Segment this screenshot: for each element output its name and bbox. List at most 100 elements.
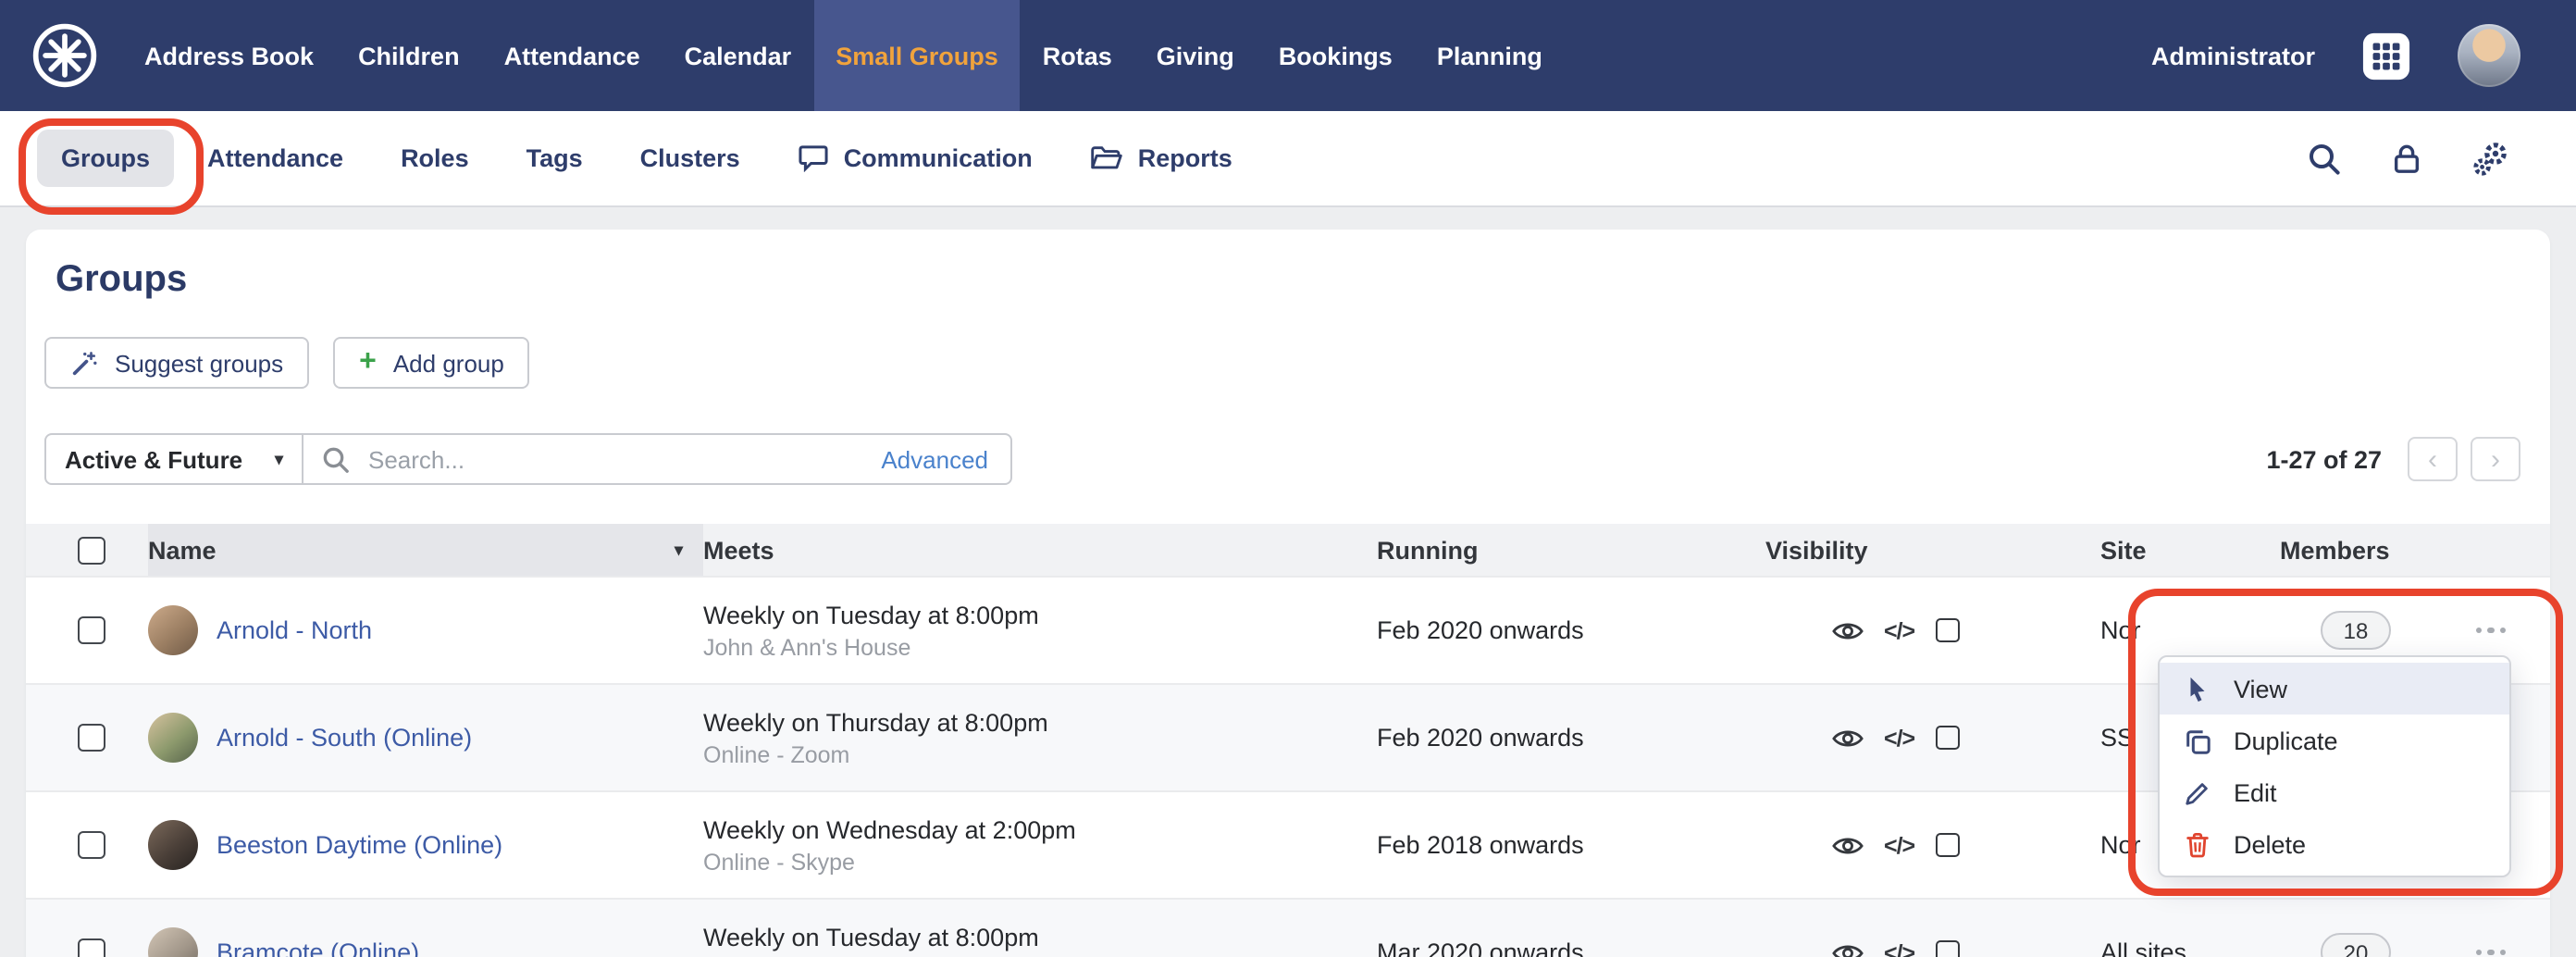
- running-value: Feb 2018 onwards: [1377, 831, 1584, 859]
- app-root: Address Book Children Attendance Calenda…: [0, 0, 2576, 957]
- chat-bubble-icon: [799, 145, 828, 172]
- row-checkbox[interactable]: [78, 938, 105, 957]
- embed-code-icon: </>: [1884, 617, 1915, 643]
- signup-checkbox-icon: [1935, 618, 1960, 642]
- group-avatar: [148, 713, 198, 763]
- user-avatar[interactable]: [2458, 24, 2520, 87]
- menu-item-label: Edit: [2234, 778, 2277, 806]
- meets-schedule: Weekly on Wednesday at 2:00pm: [703, 815, 1076, 843]
- menu-item-label: View: [2234, 675, 2288, 702]
- magic-wand-icon: [72, 351, 97, 375]
- chevron-right-icon: ›: [2491, 443, 2500, 475]
- pagination-next-button[interactable]: ›: [2471, 437, 2520, 481]
- nav-item-calendar[interactable]: Calendar: [663, 0, 814, 111]
- column-header-meets[interactable]: Meets: [703, 536, 1377, 564]
- module-nav: Groups Attendance Roles Tags Clusters Co…: [0, 111, 2576, 207]
- app-logo[interactable]: [30, 0, 100, 111]
- visibility-eye-icon: [1832, 622, 1864, 639]
- column-header-members[interactable]: Members: [2280, 536, 2432, 564]
- cursor-pointer-icon: [2190, 676, 2205, 702]
- signup-checkbox-icon: [1935, 726, 1960, 750]
- embed-code-icon: </>: [1884, 832, 1915, 858]
- pagination-prev-button[interactable]: ‹: [2408, 437, 2458, 481]
- nav-item-planning[interactable]: Planning: [1415, 0, 1565, 111]
- menu-item-view[interactable]: View: [2160, 663, 2509, 715]
- churchsuite-logo-icon: [32, 23, 97, 88]
- page-title: Groups: [56, 259, 188, 300]
- members-count-badge: 18: [2321, 611, 2391, 650]
- menu-item-edit[interactable]: Edit: [2160, 766, 2509, 818]
- settings-gears-icon[interactable]: [2472, 140, 2509, 177]
- add-group-button[interactable]: + Add group: [333, 337, 530, 389]
- row-actions-button[interactable]: [2469, 938, 2514, 957]
- group-name-link[interactable]: Beeston Daytime (Online): [217, 831, 502, 859]
- menu-item-label: Delete: [2234, 830, 2307, 858]
- table-row: Bramcote (Online) Weekly on Tuesday at 8…: [26, 898, 2550, 957]
- lock-icon[interactable]: [2391, 143, 2422, 174]
- subnav-item-groups[interactable]: Groups: [37, 130, 175, 187]
- column-header-label: Name: [148, 536, 217, 564]
- top-nav-items: Address Book Children Attendance Calenda…: [122, 0, 1565, 111]
- running-value: Feb 2020 onwards: [1377, 724, 1584, 752]
- edit-pencil-icon: [2186, 782, 2208, 804]
- nav-item-children[interactable]: Children: [336, 0, 482, 111]
- members-count-badge: 20: [2321, 933, 2391, 957]
- subnav-item-communication[interactable]: Communication: [774, 130, 1057, 187]
- group-name-link[interactable]: Arnold - North: [217, 616, 372, 644]
- group-avatar: [148, 605, 198, 655]
- search-icon: [323, 446, 349, 472]
- menu-item-delete[interactable]: Delete: [2160, 818, 2509, 870]
- subnav-label: Attendance: [207, 144, 344, 172]
- search-icon[interactable]: [2308, 142, 2341, 175]
- row-actions-button[interactable]: [2469, 616, 2514, 645]
- subnav-label: Groups: [61, 144, 151, 172]
- suggest-groups-button[interactable]: Suggest groups: [44, 337, 310, 389]
- subnav-label: Communication: [843, 144, 1033, 172]
- status-filter-select[interactable]: Active & Future ▾: [44, 433, 303, 485]
- column-header-site[interactable]: Site: [2100, 536, 2280, 564]
- column-header-name[interactable]: Name ▾: [148, 524, 703, 576]
- groups-panel: Groups Suggest groups + Add group Active…: [26, 230, 2550, 957]
- select-all-checkbox[interactable]: [78, 536, 105, 564]
- suggest-groups-label: Suggest groups: [115, 349, 284, 377]
- group-avatar: [148, 820, 198, 870]
- subnav-label: Roles: [401, 144, 469, 172]
- subnav-label: Reports: [1137, 144, 1232, 172]
- nav-item-rotas[interactable]: Rotas: [1021, 0, 1134, 111]
- nav-item-small-groups[interactable]: Small Groups: [813, 0, 1021, 111]
- subnav-item-reports[interactable]: Reports: [1066, 130, 1257, 187]
- my-churchsuite-keypad-icon[interactable]: [2361, 31, 2411, 81]
- nav-item-attendance[interactable]: Attendance: [482, 0, 663, 111]
- table-header-row: Name ▾ Meets Running Visibility Site Mem…: [26, 524, 2550, 576]
- row-checkbox[interactable]: [78, 724, 105, 752]
- search-input[interactable]: [365, 443, 867, 475]
- site-value: All sites: [2100, 938, 2187, 957]
- row-checkbox[interactable]: [78, 616, 105, 644]
- meets-location: Online - Skype: [703, 849, 855, 875]
- column-header-visibility[interactable]: Visibility: [1765, 536, 2100, 564]
- subnav-item-roles[interactable]: Roles: [377, 130, 493, 187]
- column-header-running[interactable]: Running: [1377, 536, 1765, 564]
- status-filter-value: Active & Future: [65, 445, 243, 473]
- add-group-label: Add group: [392, 349, 504, 377]
- site-value: Nor: [2100, 616, 2141, 644]
- user-role-label[interactable]: Administrator: [2151, 42, 2315, 69]
- visibility-eye-icon: [1832, 944, 1864, 957]
- embed-code-icon: </>: [1884, 939, 1915, 957]
- group-name-link[interactable]: Arnold - South (Online): [217, 724, 472, 752]
- subnav-item-clusters[interactable]: Clusters: [616, 130, 764, 187]
- row-context-menu: View Duplicate Edit Delete: [2158, 655, 2511, 877]
- chevron-left-icon: ‹: [2428, 443, 2437, 475]
- nav-item-giving[interactable]: Giving: [1134, 0, 1257, 111]
- row-checkbox[interactable]: [78, 831, 105, 859]
- top-nav: Address Book Children Attendance Calenda…: [0, 0, 2576, 111]
- advanced-search-link[interactable]: Advanced: [881, 445, 988, 473]
- delete-trash-icon: [2186, 831, 2209, 857]
- menu-item-duplicate[interactable]: Duplicate: [2160, 715, 2509, 766]
- subnav-item-attendance[interactable]: Attendance: [183, 130, 367, 187]
- nav-item-address-book[interactable]: Address Book: [122, 0, 336, 111]
- folder-icon: [1090, 146, 1122, 169]
- subnav-item-tags[interactable]: Tags: [502, 130, 607, 187]
- group-name-link[interactable]: Bramcote (Online): [217, 938, 419, 957]
- nav-item-bookings[interactable]: Bookings: [1257, 0, 1415, 111]
